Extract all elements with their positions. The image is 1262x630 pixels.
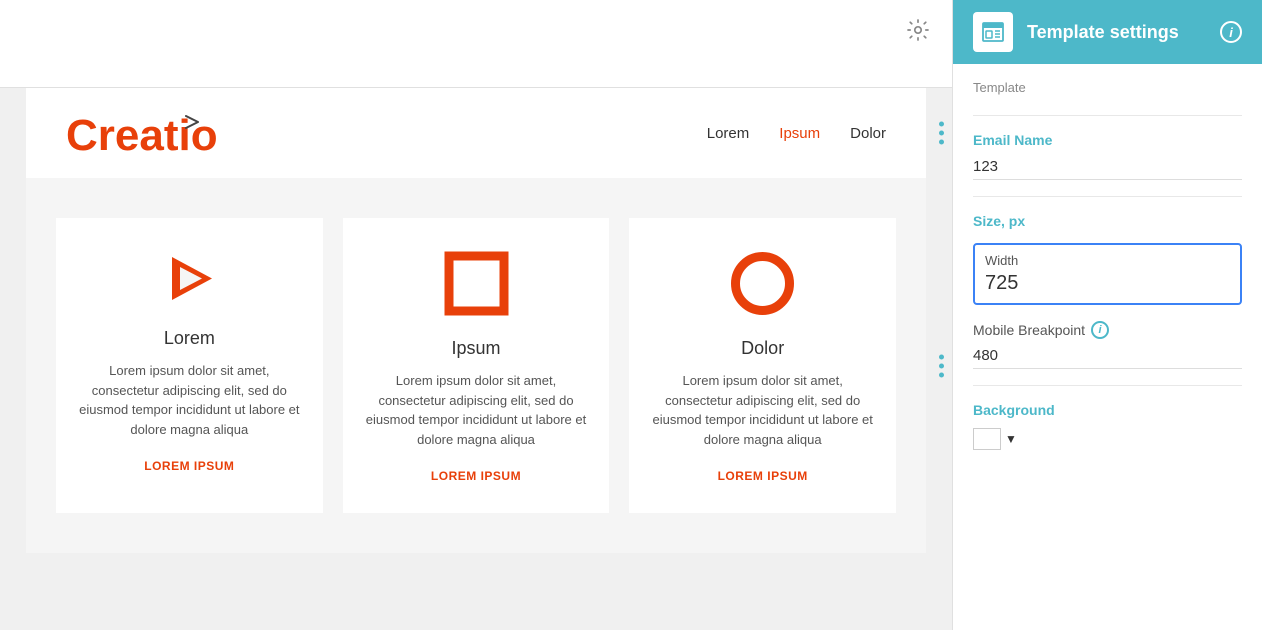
divider-1 <box>973 115 1242 116</box>
panel-section-template-label: Template <box>973 80 1242 95</box>
email-header: Creatio Lorem Ipsum Dolor <box>26 88 926 178</box>
background-field: Background ▼ <box>973 402 1242 450</box>
mobile-breakpoint-field: Mobile Breakpoint i <box>973 321 1242 369</box>
svg-text:Creatio: Creatio <box>66 111 218 158</box>
circle-icon <box>728 248 798 318</box>
logo-area: Creatio <box>66 108 226 158</box>
panel-header-title: Template settings <box>1027 22 1206 43</box>
col1-link[interactable]: LOREM IPSUM <box>144 459 234 473</box>
divider-2 <box>973 196 1242 197</box>
template-icon-box <box>973 12 1013 52</box>
logo-svg: Creatio <box>66 108 226 158</box>
col3-text: Lorem ipsum dolor sit amet, consectetur … <box>649 371 876 449</box>
background-color-swatch[interactable] <box>973 428 1001 450</box>
email-preview: Creatio Lorem Ipsum Dolor <box>0 88 952 630</box>
col1-title: Lorem <box>164 328 215 349</box>
color-dropdown-arrow-icon[interactable]: ▼ <box>1005 432 1017 446</box>
col3-title: Dolor <box>741 338 784 359</box>
nav-item-ipsum[interactable]: Ipsum <box>779 125 820 142</box>
width-input-wrap[interactable]: Width 725 <box>973 243 1242 305</box>
canvas-area: Creatio Lorem Ipsum Dolor <box>0 0 952 630</box>
col3-link[interactable]: LOREM IPSUM <box>718 469 808 483</box>
mobile-bp-row: Mobile Breakpoint i <box>973 321 1242 339</box>
mobile-bp-input[interactable] <box>973 343 1242 369</box>
nav-item-lorem[interactable]: Lorem <box>707 125 750 142</box>
width-label: Width <box>985 253 1230 268</box>
email-name-label: Email Name <box>973 132 1242 148</box>
email-name-input[interactable] <box>973 154 1242 180</box>
gear-icon[interactable] <box>900 12 936 48</box>
mobile-bp-label: Mobile Breakpoint <box>973 322 1085 338</box>
panel-info-icon[interactable]: i <box>1220 21 1242 43</box>
content-column-3: Dolor Lorem ipsum dolor sit amet, consec… <box>629 218 896 513</box>
content-column-1: Lorem Lorem ipsum dolor sit amet, consec… <box>56 218 323 513</box>
email-name-field: Email Name <box>973 132 1242 180</box>
panel-body: Template Email Name Size, px Width 725 M… <box>953 64 1262 630</box>
background-label: Background <box>973 402 1242 418</box>
size-label: Size, px <box>973 213 1242 229</box>
col2-link[interactable]: LOREM IPSUM <box>431 469 521 483</box>
content-column-2: Ipsum Lorem ipsum dolor sit amet, consec… <box>343 218 610 513</box>
width-value: 725 <box>985 272 1230 295</box>
col2-title: Ipsum <box>451 338 500 359</box>
template-icon <box>981 20 1005 44</box>
divider-3 <box>973 385 1242 386</box>
col2-text: Lorem ipsum dolor sit amet, consectetur … <box>363 371 590 449</box>
panel-header: Template settings i <box>953 0 1262 64</box>
size-section: Size, px Width 725 <box>973 213 1242 305</box>
nav-item-dolor[interactable]: Dolor <box>850 125 886 142</box>
right-panel: Template settings i Template Email Name … <box>952 0 1262 630</box>
play-icon <box>159 248 219 308</box>
nav-items: Lorem Ipsum Dolor <box>707 125 886 142</box>
content-dots <box>939 354 944 377</box>
top-bar <box>0 0 952 88</box>
email-content: Lorem Lorem ipsum dolor sit amet, consec… <box>26 178 926 553</box>
square-icon <box>441 248 511 318</box>
mobile-bp-info-icon[interactable]: i <box>1091 321 1109 339</box>
color-swatch-row: ▼ <box>973 428 1242 450</box>
col1-text: Lorem ipsum dolor sit amet, consectetur … <box>76 361 303 439</box>
header-dots <box>939 122 944 145</box>
